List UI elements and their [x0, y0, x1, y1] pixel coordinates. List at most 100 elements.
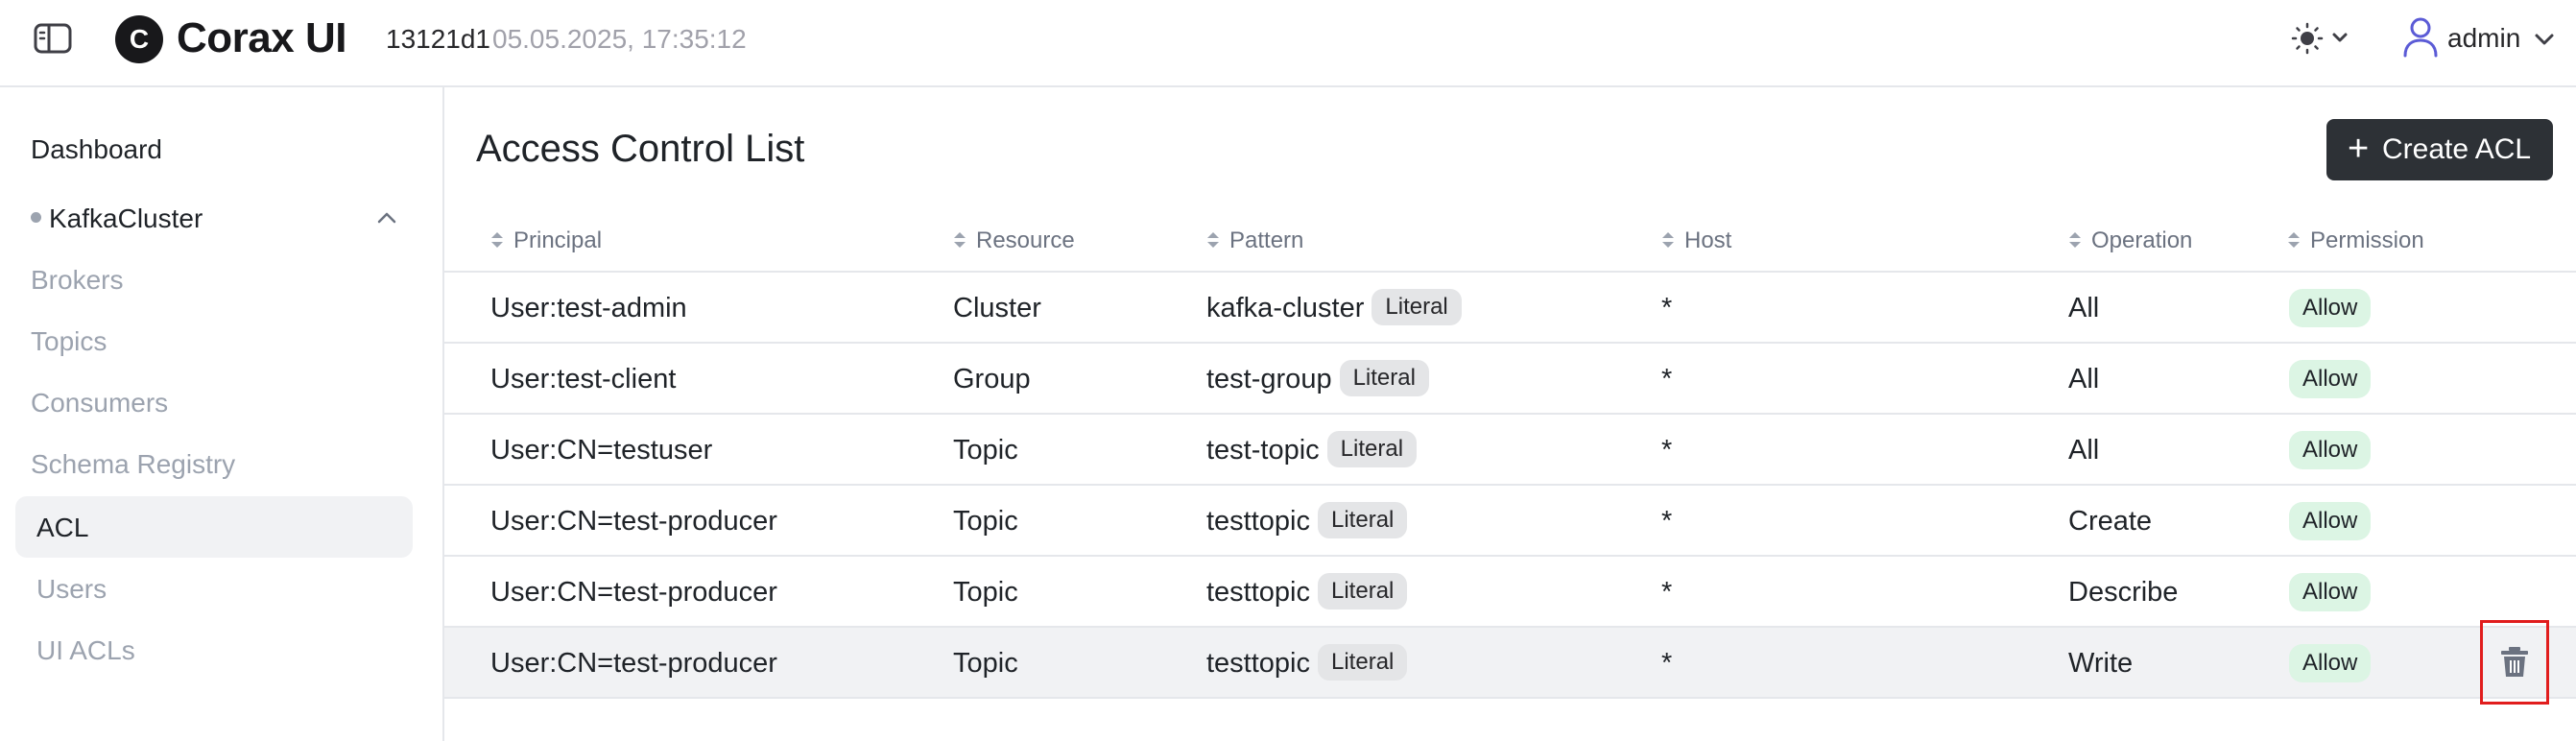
- column-header-resource[interactable]: Resource: [953, 227, 1075, 255]
- permission-badge: Allow: [2289, 502, 2372, 540]
- cell-host: *: [1661, 577, 1673, 608]
- sidebar-item-users[interactable]: Users: [36, 573, 107, 606]
- build-id: 13121d1: [386, 24, 491, 54]
- cell-operation: All: [2068, 364, 2100, 394]
- table-header: Principal Resource Pattern Host Operatio…: [444, 207, 2576, 273]
- table-row[interactable]: User:CN=test-producer Topic testtopic Lit…: [444, 557, 2576, 628]
- sort-icon: [2288, 231, 2300, 248]
- column-header-principal[interactable]: Principal: [490, 227, 602, 255]
- column-label: Host: [1684, 227, 1732, 253]
- table-row[interactable]: User:test-admin Cluster kafka-cluster Lit…: [444, 273, 2576, 344]
- sort-icon: [2069, 231, 2081, 248]
- sidebar-toggle-icon[interactable]: [33, 21, 73, 56]
- user-menu-button[interactable]: admin: [2399, 13, 2557, 63]
- plus-icon: +: [2348, 129, 2370, 169]
- sort-icon: [1207, 231, 1219, 248]
- cell-pattern: test-group Literal: [1206, 360, 1429, 398]
- pattern-type-badge: Literal: [1339, 360, 1429, 397]
- sidebar-item-topics[interactable]: Topics: [31, 325, 107, 358]
- pattern-name: test-group: [1206, 364, 1332, 394]
- cell-pattern: kafka-cluster Literal: [1206, 289, 1462, 327]
- cell-pattern: testtopic Literal: [1206, 502, 1408, 540]
- pattern-type-badge: Literal: [1326, 431, 1418, 468]
- chevron-down-icon: [2332, 33, 2348, 42]
- pattern-type-badge: Literal: [1318, 573, 1408, 610]
- app-name: Corax UI: [177, 14, 346, 61]
- cell-principal: User:CN=test-producer: [490, 577, 777, 608]
- table-row[interactable]: User:CN=testuser Topic test-topic Literal…: [444, 415, 2576, 486]
- trash-icon: [2501, 647, 2528, 677]
- table-row[interactable]: User:test-client Group test-group Literal…: [444, 344, 2576, 415]
- column-header-pattern[interactable]: Pattern: [1206, 227, 1303, 255]
- pattern-name: testtopic: [1206, 577, 1310, 608]
- top-header: C Corax UI 13121d1 05.05.2025, 17:35:12 …: [0, 0, 2576, 87]
- cell-pattern: test-topic Literal: [1206, 431, 1418, 469]
- cluster-name: KafkaCluster: [49, 203, 203, 233]
- table-row[interactable]: User:CN=test-producer Topic testtopic Lit…: [444, 486, 2576, 557]
- permission-badge: Allow: [2289, 573, 2372, 611]
- pattern-type-badge: Literal: [1318, 502, 1408, 539]
- column-header-permission[interactable]: Permission: [2287, 227, 2424, 255]
- permission-badge: Allow: [2289, 644, 2372, 682]
- cell-principal: User:CN=testuser: [490, 435, 713, 466]
- column-label: Permission: [2310, 227, 2424, 253]
- cell-host: *: [1661, 293, 1673, 323]
- build-timestamp: 05.05.2025, 17:35:12: [492, 24, 747, 54]
- sidebar-item-brokers[interactable]: Brokers: [31, 264, 123, 297]
- table-row[interactable]: User:CN=test-producer Topic testtopic Lit…: [444, 628, 2576, 699]
- cell-operation: All: [2068, 435, 2100, 466]
- cell-principal: User:test-admin: [490, 293, 687, 323]
- pattern-name: testtopic: [1206, 506, 1310, 537]
- permission-badge: Allow: [2289, 360, 2372, 398]
- cell-operation: Describe: [2068, 577, 2179, 608]
- cell-principal: User:CN=test-producer: [490, 506, 777, 537]
- pattern-name: test-topic: [1206, 435, 1320, 466]
- cell-host: *: [1661, 364, 1673, 394]
- create-acl-button[interactable]: + Create ACL: [2326, 119, 2553, 180]
- column-label: Resource: [976, 227, 1075, 253]
- column-header-host[interactable]: Host: [1661, 227, 1731, 255]
- cell-resource: Topic: [953, 435, 1018, 466]
- page-title: Access Control List: [476, 128, 805, 170]
- sun-icon: [2291, 22, 2348, 55]
- sidebar-item-dashboard[interactable]: Dashboard: [31, 133, 162, 166]
- cell-host: *: [1661, 435, 1673, 466]
- user-icon: [2403, 17, 2438, 58]
- cluster-status-dot: [31, 212, 41, 224]
- cell-pattern: testtopic Literal: [1206, 644, 1408, 682]
- create-acl-label: Create ACL: [2382, 133, 2532, 165]
- sort-icon: [1662, 231, 1674, 248]
- cell-operation: All: [2068, 293, 2100, 323]
- delete-acl-button[interactable]: [2480, 620, 2549, 705]
- column-label: Pattern: [1229, 227, 1304, 253]
- cell-operation: Create: [2068, 506, 2153, 537]
- sidebar-item-acl-label: ACL: [36, 513, 89, 542]
- sidebar-item-cluster[interactable]: KafkaCluster: [31, 203, 203, 235]
- cell-pattern: testtopic Literal: [1206, 573, 1408, 611]
- chevron-up-icon[interactable]: [376, 208, 397, 227]
- pattern-name: testtopic: [1206, 648, 1310, 679]
- column-header-operation[interactable]: Operation: [2068, 227, 2192, 255]
- permission-badge: Allow: [2289, 431, 2372, 469]
- pattern-type-badge: Literal: [1318, 644, 1408, 681]
- sidebar-item-consumers[interactable]: Consumers: [31, 387, 168, 419]
- chevron-down-icon: [2535, 34, 2554, 45]
- column-label: Principal: [513, 227, 603, 253]
- sidebar-item-schema-registry[interactable]: Schema Registry: [31, 448, 235, 481]
- theme-toggle-button[interactable]: [2290, 17, 2355, 60]
- cell-operation: Write: [2068, 648, 2134, 679]
- cell-host: *: [1661, 506, 1673, 537]
- cell-resource: Group: [953, 364, 1031, 394]
- pattern-type-badge: Literal: [1371, 289, 1462, 326]
- cell-resource: Topic: [953, 506, 1018, 537]
- cell-resource: Cluster: [953, 293, 1041, 323]
- cell-host: *: [1661, 648, 1673, 679]
- cell-resource: Topic: [953, 648, 1018, 679]
- column-label: Operation: [2091, 227, 2193, 253]
- cell-principal: User:CN=test-producer: [490, 648, 777, 679]
- logo-icon: C: [115, 15, 163, 63]
- cell-resource: Topic: [953, 577, 1018, 608]
- sidebar-item-ui-acls[interactable]: UI ACLs: [36, 634, 135, 667]
- sidebar: Dashboard KafkaCluster Brokers Topics Co…: [0, 87, 444, 741]
- sort-icon: [491, 231, 503, 248]
